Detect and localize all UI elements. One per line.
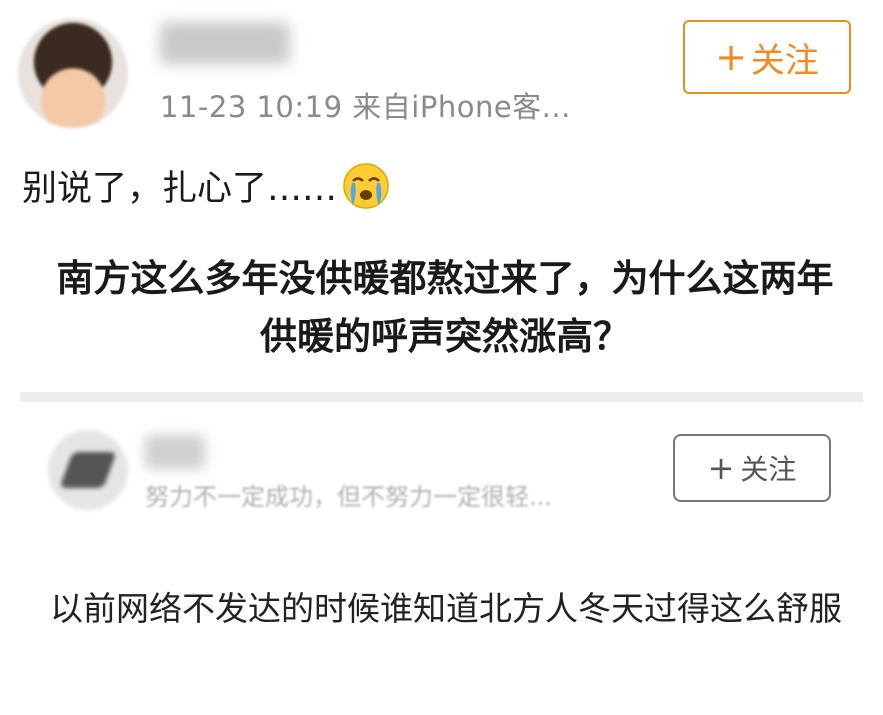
post-timestamp: 11-23 10:19 bbox=[160, 90, 343, 124]
section-divider bbox=[20, 392, 863, 402]
user-avatar[interactable] bbox=[18, 18, 128, 128]
follow-label: 关注 bbox=[750, 40, 819, 81]
answerer-follow-button[interactable]: + 关注 bbox=[673, 434, 831, 502]
answerer-header: 努力不一定成功，但不努力一定很轻... + 关注 bbox=[0, 415, 883, 535]
post-meta: 11-23 10:19 来自iPhone客... bbox=[160, 84, 571, 126]
post-text-content: 别说了，扎心了…… bbox=[22, 169, 338, 209]
post-source: 来自iPhone客... bbox=[352, 90, 571, 124]
post-text: 别说了，扎心了…… bbox=[22, 160, 391, 211]
crying-face-emoji-icon bbox=[343, 162, 389, 209]
follow-button[interactable]: + 关注 bbox=[683, 20, 851, 94]
plus-icon: + bbox=[707, 449, 735, 487]
username-blurred[interactable] bbox=[160, 22, 290, 64]
answerer-name-blurred[interactable] bbox=[145, 435, 205, 469]
post-header: 11-23 10:19 来自iPhone客... + 关注 bbox=[0, 0, 883, 140]
answerer-bio: 努力不一定成功，但不努力一定很轻... bbox=[145, 483, 552, 511]
answer-text: 以前网络不发达的时候谁知道北方人冬天过得这么舒服 bbox=[50, 589, 842, 628]
plus-icon: + bbox=[715, 35, 747, 79]
follow-label: 关注 bbox=[740, 453, 797, 486]
question-title[interactable]: 南方这么多年没供暖都熬过来了，为什么这两年供暖的呼声突然涨高？ bbox=[40, 250, 850, 366]
answerer-avatar[interactable] bbox=[48, 430, 128, 510]
